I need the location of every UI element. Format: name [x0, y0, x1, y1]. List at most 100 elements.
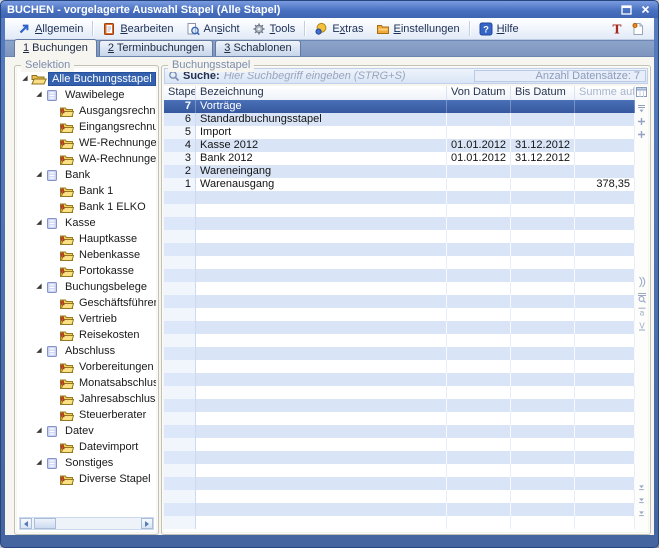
table-row-empty[interactable]: [164, 282, 635, 295]
table-row-empty[interactable]: [164, 451, 635, 464]
tree-item-wa-rechnungen-ohne-wawi[interactable]: WA-Rechnungen ohne Wawi: [17, 151, 156, 167]
table-row[interactable]: 1Warenausgang378,35: [164, 178, 635, 191]
scroll-left-button[interactable]: [20, 518, 32, 529]
tab-1-buchungen[interactable]: 1 Buchungen: [14, 39, 97, 57]
table-row-empty[interactable]: [164, 256, 635, 269]
column-header-bezeichnung[interactable]: Bezeichnung: [196, 86, 447, 100]
table-row[interactable]: 3Bank 201201.01.201231.12.2012: [164, 152, 635, 165]
tree-item-vertrieb[interactable]: Vertrieb: [17, 311, 156, 327]
column-chooser-icon[interactable]: [636, 87, 647, 97]
table-row-empty[interactable]: [164, 464, 635, 477]
column-header-bis[interactable]: Bis Datum: [511, 86, 575, 100]
scroll-end-icon[interactable]: [636, 508, 647, 517]
column-header-stapel[interactable]: Stapel: [164, 86, 196, 100]
table-row-empty[interactable]: [164, 386, 635, 399]
tree-item-reisekosten[interactable]: Reisekosten: [17, 327, 156, 343]
tree-item-datev[interactable]: ◢Datev: [17, 423, 156, 439]
tree-item-buchungsbelege[interactable]: ◢Buchungsbelege: [17, 279, 156, 295]
table-row-empty[interactable]: [164, 399, 635, 412]
table-row[interactable]: 4Kasse 201201.01.201231.12.2012: [164, 139, 635, 152]
menu-einstellungen[interactable]: Einstellungen: [370, 21, 466, 37]
table-row-empty[interactable]: [164, 230, 635, 243]
table-row-empty[interactable]: [164, 490, 635, 503]
new-document-button[interactable]: [631, 22, 644, 36]
tree-item-abschluss[interactable]: ◢Abschluss: [17, 343, 156, 359]
filter-icon[interactable]: V: [636, 321, 647, 331]
menu-hilfe[interactable]: ?Hilfe: [473, 21, 525, 37]
tree-item-vorbereitungen[interactable]: Vorbereitungen: [17, 359, 156, 375]
column-header-von[interactable]: Von Datum: [447, 86, 511, 100]
table-row-empty[interactable]: [164, 412, 635, 425]
expand-arrow-icon[interactable]: ◢: [33, 455, 45, 471]
column-header-summe[interactable]: Summe aufgelaufen: [575, 86, 635, 100]
tree-item-kasse[interactable]: ◢Kasse: [17, 215, 156, 231]
table-row-empty[interactable]: [164, 438, 635, 451]
table-row-empty[interactable]: [164, 295, 635, 308]
tree-item-portokasse[interactable]: Portokasse: [17, 263, 156, 279]
table-row-empty[interactable]: [164, 243, 635, 256]
collapse-rows-icon[interactable]: [636, 104, 647, 113]
table-row-empty[interactable]: [164, 308, 635, 321]
scroll-right-button[interactable]: [141, 518, 153, 529]
tree-item-wawibelege[interactable]: ◢Wawibelege: [17, 87, 156, 103]
tree-item-hauptkasse[interactable]: Hauptkasse: [17, 231, 156, 247]
scroll-end-icon[interactable]: [636, 495, 647, 504]
table-row[interactable]: 7Vorträge: [164, 100, 635, 113]
expand-row-icon[interactable]: [636, 117, 647, 126]
scrollbar-thumb[interactable]: [34, 518, 56, 529]
close-button[interactable]: [639, 4, 652, 16]
sort-icon[interactable]: a: [636, 307, 647, 317]
table-row-empty[interactable]: [164, 217, 635, 230]
tree-item-steuerberater[interactable]: Steuerberater: [17, 407, 156, 423]
expand-arrow-icon[interactable]: ◢: [33, 215, 45, 231]
expand-arrow-icon[interactable]: ◢: [33, 423, 45, 439]
tree-item-geschäftsführer[interactable]: Geschäftsführer: [17, 295, 156, 311]
table-row-empty[interactable]: [164, 425, 635, 438]
tree-item-alle-buchungsstapel[interactable]: ◢Alle Buchungsstapel: [17, 71, 156, 87]
table-row-empty[interactable]: [164, 360, 635, 373]
maximize-button[interactable]: [620, 4, 633, 16]
expand-arrow-icon[interactable]: ◢: [33, 167, 45, 183]
tree-item-datevimport[interactable]: Datevimport: [17, 439, 156, 455]
tree-item-nebenkasse[interactable]: Nebenkasse: [17, 247, 156, 263]
menu-tools[interactable]: Tools: [246, 21, 302, 37]
grip-icon[interactable]: [636, 276, 647, 288]
table-row-empty[interactable]: [164, 503, 635, 516]
table-row-empty[interactable]: [164, 321, 635, 334]
table-row-empty[interactable]: [164, 347, 635, 360]
tree-item-diverse-stapel[interactable]: Diverse Stapel: [17, 471, 156, 487]
tree-item-sonstiges[interactable]: ◢Sonstiges: [17, 455, 156, 471]
expand-arrow-icon[interactable]: ◢: [33, 87, 45, 103]
tree-item-ausgangsrechnungen[interactable]: Ausgangsrechnungen: [17, 103, 156, 119]
table-row-empty[interactable]: [164, 373, 635, 386]
menu-bearbeiten[interactable]: Bearbeiten: [96, 21, 179, 37]
tab-3-schablonen[interactable]: 3 Schablonen: [215, 40, 300, 56]
tree-item-monatsabschluss[interactable]: Monatsabschluss: [17, 375, 156, 391]
table-row-empty[interactable]: [164, 477, 635, 490]
table-row-empty[interactable]: [164, 204, 635, 217]
scroll-end-icon[interactable]: [636, 482, 647, 491]
tree-item-jahresabschluss[interactable]: Jahresabschluss: [17, 391, 156, 407]
text-tool-button[interactable]: T: [611, 22, 623, 36]
table-row[interactable]: 5Import: [164, 126, 635, 139]
tree-item-bank-1[interactable]: Bank 1: [17, 183, 156, 199]
expand-arrow-icon[interactable]: ◢: [19, 71, 31, 87]
expand-arrow-icon[interactable]: ◢: [33, 279, 45, 295]
table-row-empty[interactable]: [164, 516, 635, 529]
tree-item-bank[interactable]: ◢Bank: [17, 167, 156, 183]
tab-2-terminbuchungen[interactable]: 2 Terminbuchungen: [99, 40, 213, 56]
table-row-empty[interactable]: [164, 334, 635, 347]
table-row[interactable]: 6Standardbuchungsstapel: [164, 113, 635, 126]
table-row-empty[interactable]: [164, 191, 635, 204]
menu-extras[interactable]: Extras: [308, 21, 369, 37]
tree-horizontal-scrollbar[interactable]: [19, 517, 154, 530]
tree-item-we-rechnungen-ohne-wawi[interactable]: WE-Rechnungen ohne Wawi: [17, 135, 156, 151]
tree-item-bank-1-elko[interactable]: Bank 1 ELKO: [17, 199, 156, 215]
add-row-icon[interactable]: [636, 130, 647, 139]
grid-search-icon[interactable]: [636, 292, 647, 303]
menu-allgemein[interactable]: Allgemein: [11, 21, 89, 37]
tree-item-eingangsrechnungen[interactable]: Eingangsrechnungen: [17, 119, 156, 135]
menu-ansicht[interactable]: Ansicht: [180, 21, 246, 37]
table-row[interactable]: 2Wareneingang: [164, 165, 635, 178]
table-row-empty[interactable]: [164, 269, 635, 282]
